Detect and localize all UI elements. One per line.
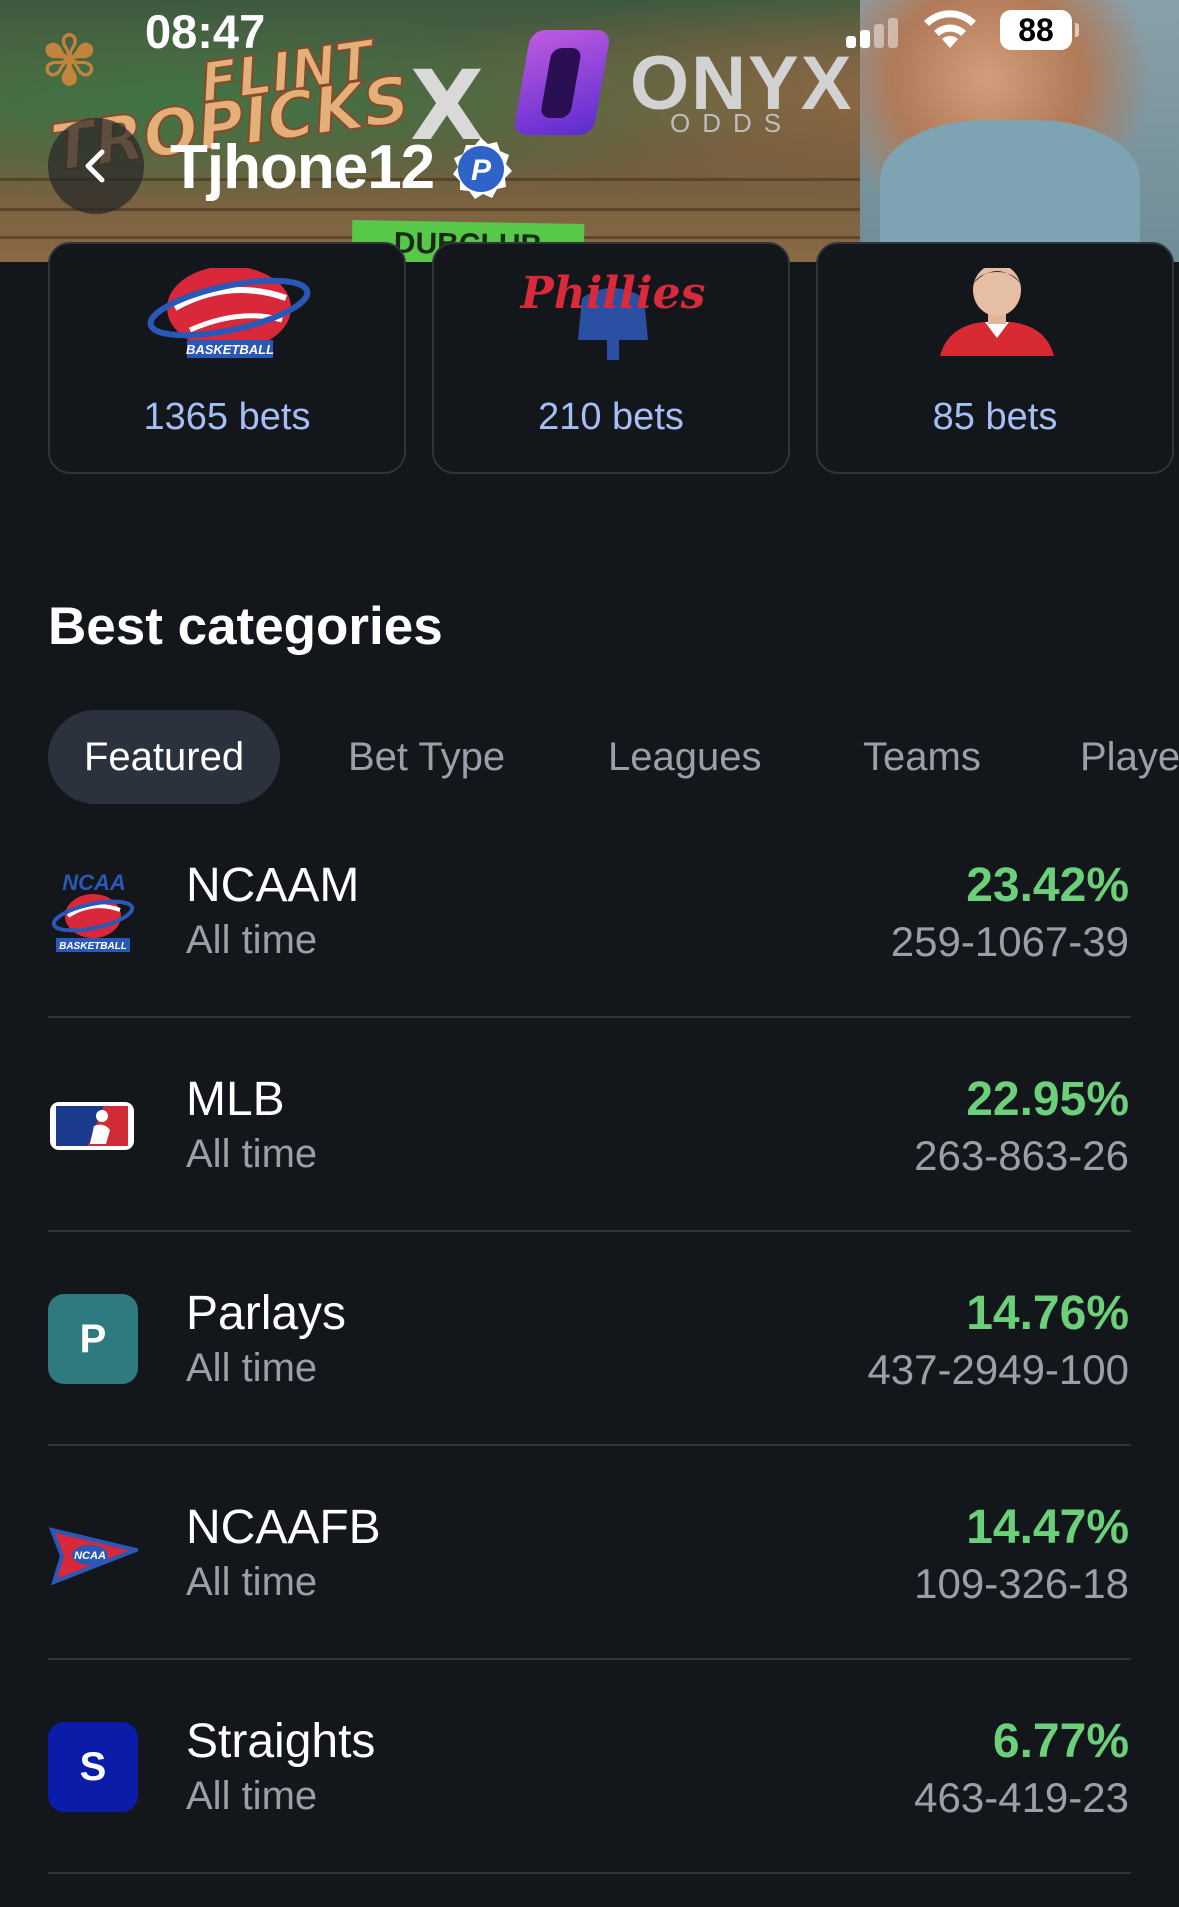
tab-featured[interactable]: Featured	[48, 710, 281, 804]
category-name: Parlays	[186, 1287, 347, 1340]
divider	[48, 1230, 1131, 1232]
ncaa-basketball-logo-icon: BASKETBALL	[147, 268, 311, 358]
parlays-badge-icon: P	[48, 1294, 138, 1384]
profile-name: Tjhone12	[170, 133, 435, 202]
tab-leagues[interactable]: Leagues	[608, 710, 761, 804]
svg-text:Phillies: Phillies	[519, 268, 706, 319]
chevron-left-icon	[85, 149, 105, 183]
category-roi: 14.47%	[966, 1501, 1129, 1554]
category-period: All time	[186, 1132, 318, 1176]
list-item[interactable]: NCAA NCAAFB All time 14.47% 109-326-18	[0, 1476, 1179, 1690]
tab-teams[interactable]: Teams	[863, 710, 981, 804]
status-time: 08:47	[145, 5, 266, 58]
list-item[interactable]: NCAA BASKETBALL NCAAM All time 23.42% 25…	[0, 834, 1179, 1048]
category-roi: 22.95%	[966, 1073, 1129, 1126]
svg-text:BASKETBALL: BASKETBALL	[59, 941, 127, 952]
category-name: NCAAM	[186, 859, 360, 912]
page: ✾ FLINT TROPICKS X ONYX ODDS DUBCLUB 08:…	[0, 0, 1179, 1907]
battery-icon: 88	[1000, 10, 1079, 50]
mlb-logo-icon	[50, 1102, 134, 1150]
card-bet-count: 1365 bets	[143, 396, 311, 438]
list-item[interactable]: MLB All time 22.95% 263-863-26	[0, 1048, 1179, 1262]
verified-badge-icon: P	[453, 138, 512, 199]
cellular-signal-icon	[846, 16, 902, 48]
status-bar: 08:47 88	[0, 0, 1179, 60]
card-bet-count: 85 bets	[932, 396, 1058, 438]
category-record: 263-863-26	[914, 1132, 1129, 1179]
phillies-logo-icon: Phillies	[519, 268, 706, 360]
top-card[interactable]: 85 bets	[816, 242, 1174, 474]
card-bet-count: 210 bets	[538, 396, 684, 438]
tab-bet-type[interactable]: Bet Type	[348, 710, 505, 804]
wifi-icon	[924, 10, 976, 48]
divider	[48, 1872, 1131, 1874]
player-headshot-icon	[940, 268, 1054, 356]
top-cards: BASKETBALL 1365 bets Phillies 210 bets 8…	[0, 242, 1179, 494]
category-name: Straights	[186, 1715, 376, 1768]
ncaa-football-logo-icon: NCAA	[48, 1527, 138, 1586]
svg-text:P: P	[471, 154, 492, 187]
tab-players[interactable]: Playe	[1080, 710, 1179, 804]
top-card[interactable]: Phillies 210 bets	[432, 242, 790, 474]
category-name: NCAAFB	[186, 1501, 381, 1554]
category-record: 463-419-23	[914, 1774, 1129, 1821]
category-period: All time	[186, 918, 318, 962]
category-record: 259-1067-39	[890, 918, 1129, 965]
top-card[interactable]: BASKETBALL 1365 bets	[48, 242, 406, 474]
category-tabs: Featured Bet Type Leagues Teams Playe	[48, 710, 1179, 804]
svg-text:NCAA: NCAA	[62, 870, 126, 895]
divider	[48, 1016, 1131, 1018]
list-item[interactable]: P Parlays All time 14.76% 437-2949-100	[0, 1262, 1179, 1476]
category-period: All time	[186, 1346, 318, 1390]
onyx-logo-subtext: ODDS	[670, 108, 794, 138]
divider	[48, 1658, 1131, 1660]
category-record: 437-2949-100	[867, 1346, 1129, 1393]
category-roi: 6.77%	[992, 1715, 1129, 1768]
straights-badge-icon: S	[48, 1722, 138, 1812]
section-title: Best categories	[48, 597, 443, 656]
list-item[interactable]: S Straights All time 6.77% 463-419-23	[0, 1690, 1179, 1904]
svg-text:NCAA: NCAA	[74, 1550, 106, 1562]
category-period: All time	[186, 1560, 318, 1604]
ncaa-basketball-logo-icon: NCAA BASKETBALL	[51, 870, 135, 952]
category-period: All time	[186, 1774, 318, 1818]
category-record: 109-326-18	[914, 1560, 1129, 1607]
divider	[48, 1444, 1131, 1446]
back-button[interactable]	[48, 118, 144, 214]
category-roi: 23.42%	[966, 859, 1129, 912]
svg-text:BASKETBALL: BASKETBALL	[186, 342, 274, 357]
category-name: MLB	[186, 1073, 285, 1126]
category-roi: 14.76%	[966, 1287, 1129, 1340]
